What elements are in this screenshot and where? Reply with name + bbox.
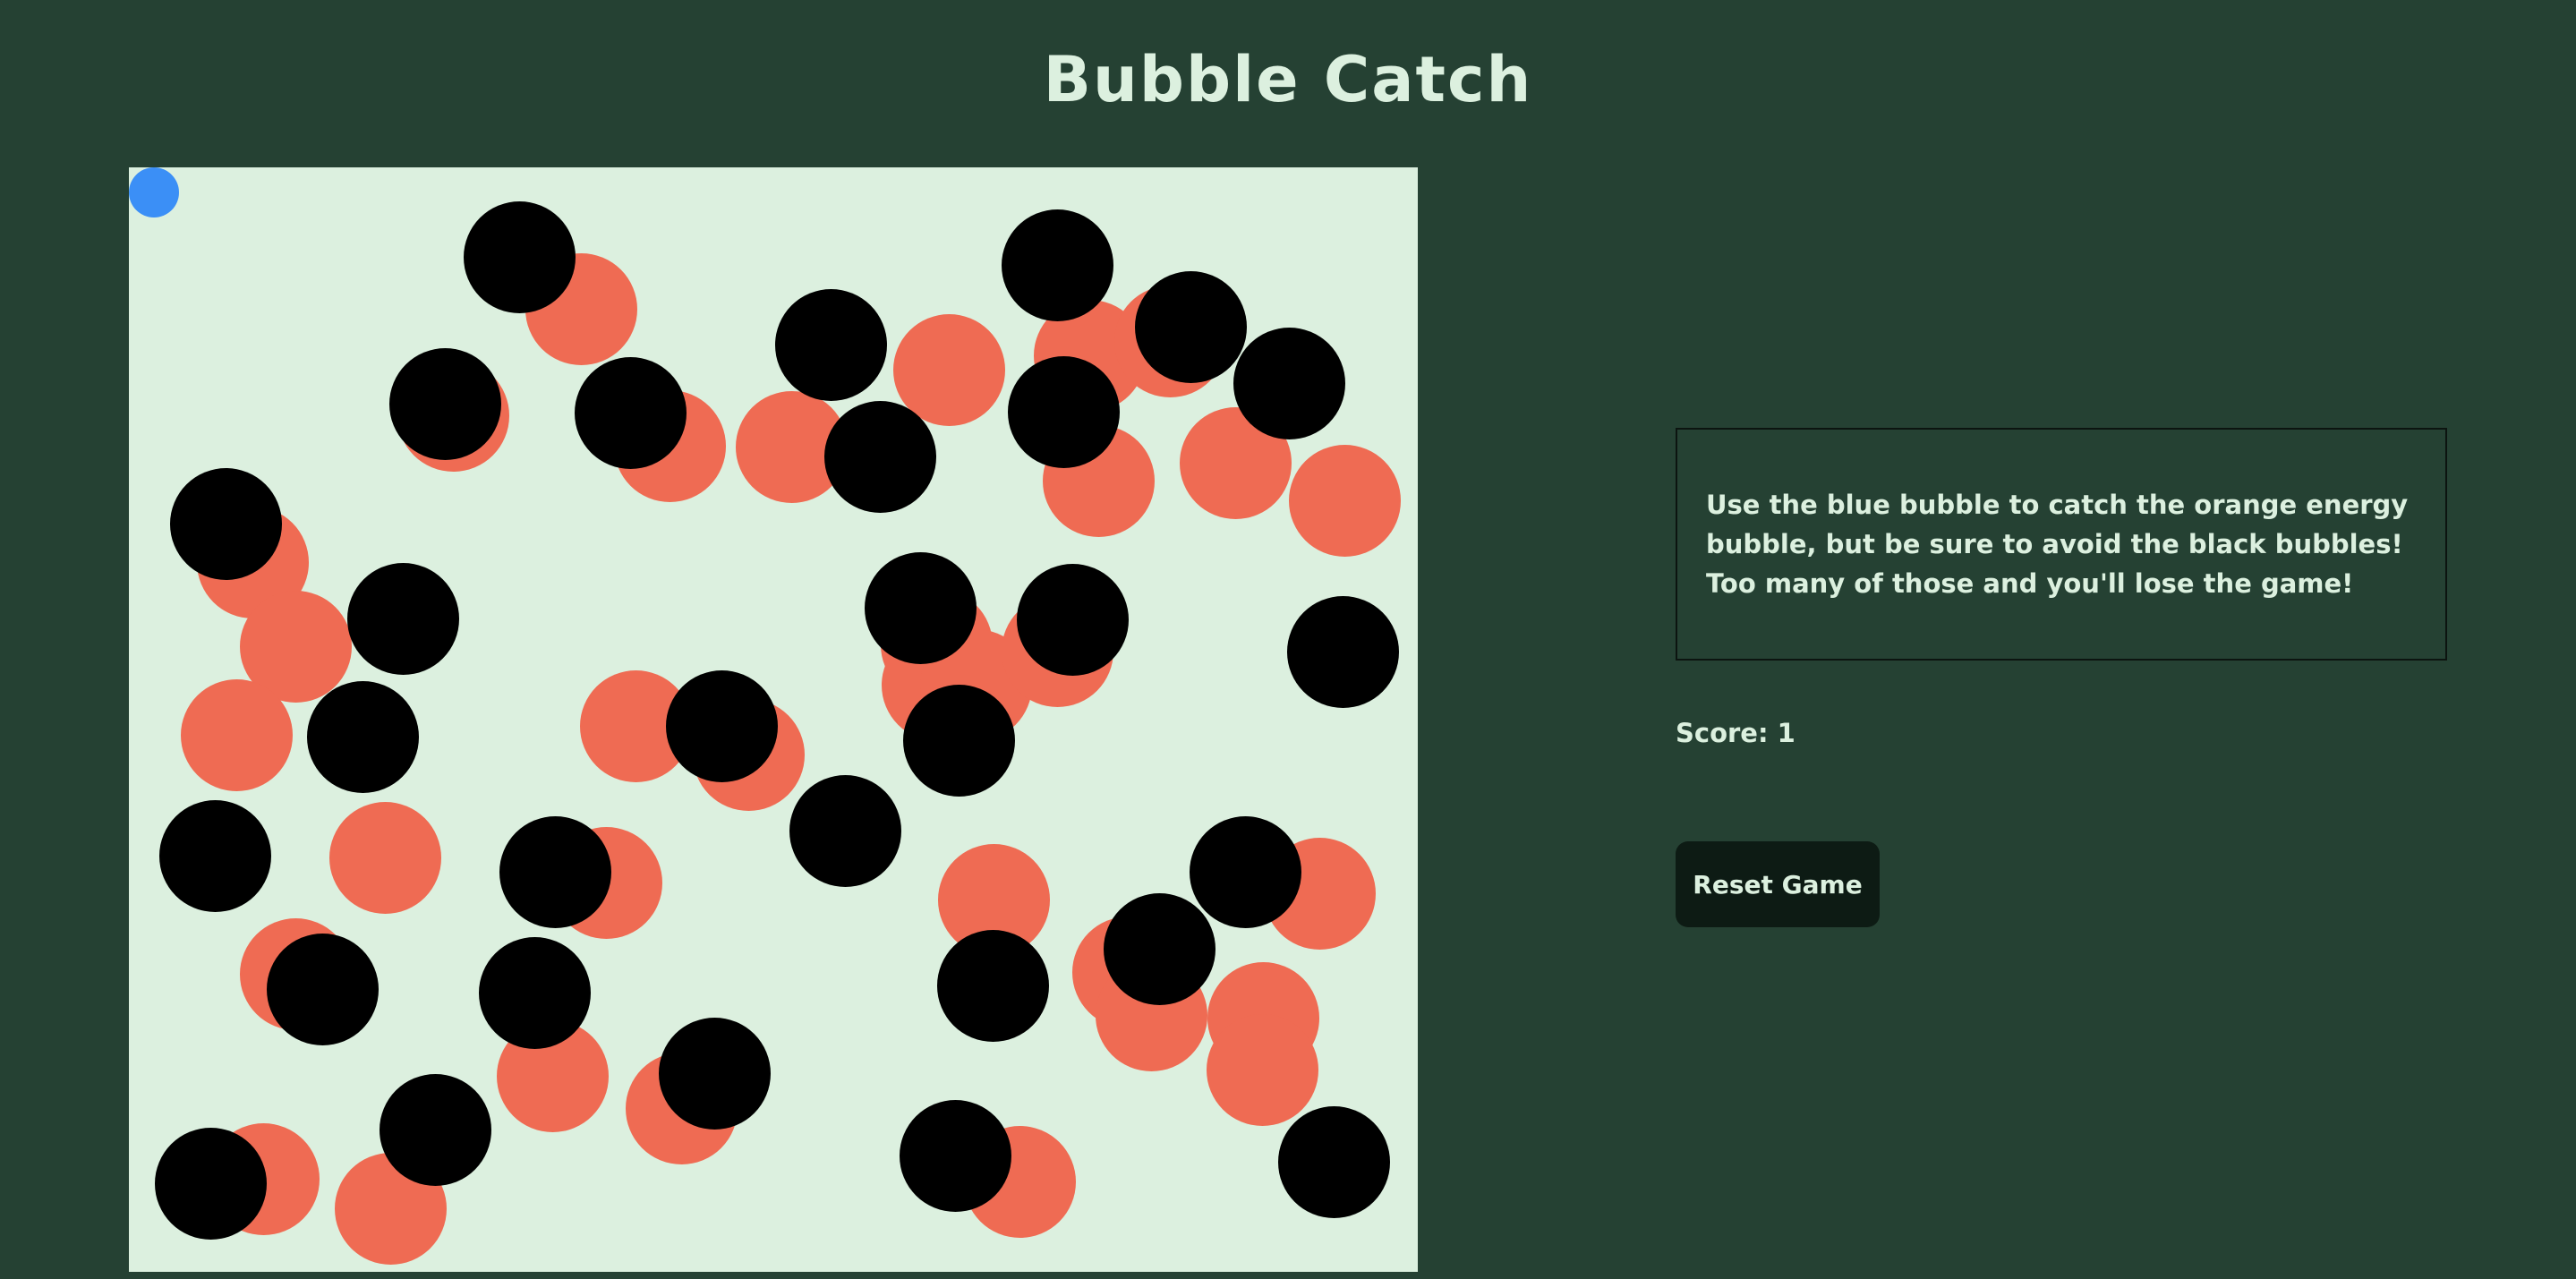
enemy-bubble <box>1233 328 1345 439</box>
energy-bubble <box>1289 445 1401 557</box>
game-board[interactable] <box>129 167 1418 1272</box>
enemy-bubble <box>824 401 936 513</box>
enemy-bubble <box>1190 816 1301 928</box>
enemy-bubble <box>1287 596 1399 708</box>
energy-bubble <box>329 802 441 914</box>
energy-bubble <box>1207 1014 1318 1126</box>
enemy-bubble <box>347 563 459 675</box>
instructions-box: Use the blue bubble to catch the orange … <box>1676 428 2447 661</box>
energy-bubble <box>181 679 293 791</box>
enemy-bubble <box>499 816 611 928</box>
enemy-bubble <box>267 934 379 1045</box>
enemy-bubble <box>389 348 501 460</box>
enemy-bubble <box>479 937 591 1049</box>
enemy-bubble <box>1002 209 1113 321</box>
enemy-bubble <box>903 685 1015 797</box>
enemy-bubble <box>170 468 282 580</box>
enemy-bubble <box>775 289 887 401</box>
enemy-bubble <box>865 552 977 664</box>
enemy-bubble <box>1278 1106 1390 1218</box>
enemy-bubble <box>900 1100 1011 1212</box>
game-title: Bubble Catch <box>1043 43 1533 116</box>
enemy-bubble <box>307 681 419 793</box>
enemy-bubble <box>159 800 271 912</box>
enemy-bubble <box>380 1074 491 1186</box>
enemy-bubble <box>1017 564 1129 676</box>
enemy-bubble <box>464 201 576 313</box>
score-display: Score: 1 <box>1676 718 1796 748</box>
instructions-text: Use the blue bubble to catch the orange … <box>1706 490 2409 599</box>
enemy-bubble <box>1104 893 1215 1005</box>
enemy-bubble <box>575 357 687 469</box>
enemy-bubble <box>789 775 901 887</box>
enemy-bubble <box>937 930 1049 1042</box>
enemy-bubble <box>1135 271 1247 383</box>
enemy-bubble <box>155 1128 267 1240</box>
reset-game-button[interactable]: Reset Game <box>1676 841 1880 927</box>
enemy-bubble <box>1008 356 1120 468</box>
enemy-bubble <box>659 1018 771 1130</box>
enemy-bubble <box>666 670 778 782</box>
player-bubble[interactable] <box>129 167 179 217</box>
